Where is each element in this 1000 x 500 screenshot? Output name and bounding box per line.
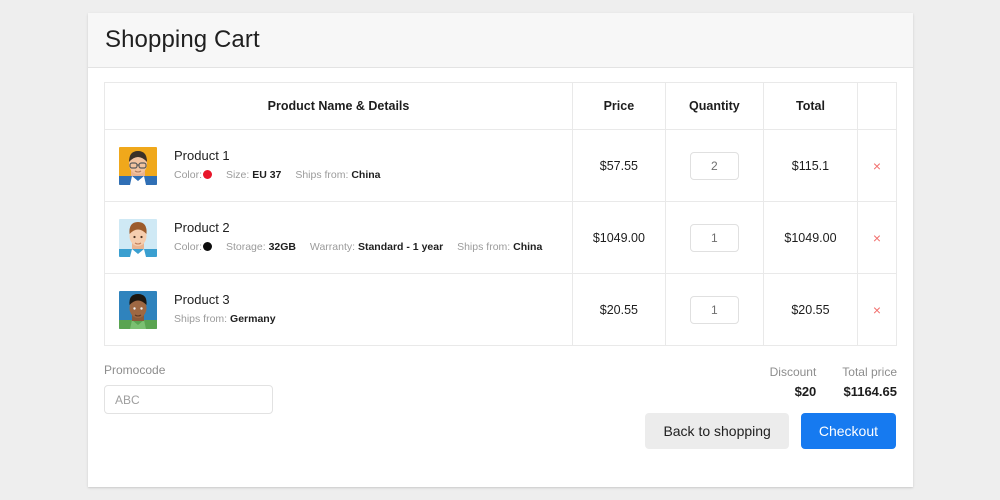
attribute-color: Color: xyxy=(174,241,212,253)
product-quantity-cell xyxy=(665,274,763,346)
quantity-input[interactable] xyxy=(690,224,739,252)
attribute-label: Storage: xyxy=(226,241,266,253)
column-header-quantity: Quantity xyxy=(665,83,763,130)
attribute-label: Ships from: xyxy=(174,313,227,325)
table-header: Product Name & Details Price Quantity To… xyxy=(105,83,897,130)
color-swatch-icon xyxy=(203,170,212,179)
attribute-color: Color: xyxy=(174,169,212,181)
column-header-remove xyxy=(857,83,896,130)
table-row: Product 3 Ships from: Germany $20.55 xyxy=(105,274,897,346)
product-total: $1049.00 xyxy=(764,202,858,274)
product-thumbnail-image xyxy=(119,291,157,329)
product-total: $20.55 xyxy=(764,274,858,346)
discount-value: $20 xyxy=(770,382,817,402)
table-header-row: Product Name & Details Price Quantity To… xyxy=(105,83,897,130)
attribute-storage: Storage: 32GB xyxy=(226,241,296,253)
cart-actions: Back to shopping Checkout xyxy=(645,413,896,449)
table-body: Product 1 Color: Size: EU 37 Ships from:… xyxy=(105,130,897,346)
product-remove-cell: × xyxy=(857,130,896,202)
product-attributes: Color: Storage: 32GB Warranty: Standard … xyxy=(174,241,542,254)
product-remove-cell: × xyxy=(857,274,896,346)
cart-summary: Discount $20 Total price $1164.65 xyxy=(770,363,897,402)
cart-table-container: Product Name & Details Price Quantity To… xyxy=(88,68,913,346)
product-total: $115.1 xyxy=(764,130,858,202)
column-header-price: Price xyxy=(573,83,666,130)
product-details-cell: Product 2 Color: Storage: 32GB Warranty:… xyxy=(105,202,573,274)
product-price: $20.55 xyxy=(573,274,666,346)
column-header-details: Product Name & Details xyxy=(105,83,573,130)
attribute-ships-from: Ships from: China xyxy=(457,241,542,253)
attribute-label: Ships from: xyxy=(295,169,348,181)
remove-item-button[interactable]: × xyxy=(867,299,887,321)
page-title: Shopping Cart xyxy=(105,26,260,54)
remove-item-button[interactable]: × xyxy=(867,155,887,177)
product-attributes: Color: Size: EU 37 Ships from: China xyxy=(174,169,381,182)
promocode-input[interactable] xyxy=(104,385,273,414)
attribute-label: Size: xyxy=(226,169,249,181)
product-remove-cell: × xyxy=(857,202,896,274)
discount-block: Discount $20 xyxy=(770,363,817,402)
product-price: $1049.00 xyxy=(573,202,666,274)
attribute-value: Germany xyxy=(230,313,276,325)
attribute-ships-from: Ships from: China xyxy=(295,169,380,181)
product-attributes: Ships from: Germany xyxy=(174,313,276,326)
page-background: Shopping Cart Product Name & Details Pri… xyxy=(0,0,1000,500)
attribute-value: China xyxy=(513,241,542,253)
product-name: Product 3 xyxy=(174,293,276,307)
shopping-cart-card: Shopping Cart Product Name & Details Pri… xyxy=(88,13,913,487)
product-price: $57.55 xyxy=(573,130,666,202)
attribute-size: Size: EU 37 xyxy=(226,169,281,181)
total-price-block: Total price $1164.65 xyxy=(842,363,897,402)
product-details-cell: Product 3 Ships from: Germany xyxy=(105,274,573,346)
attribute-label: Ships from: xyxy=(457,241,510,253)
back-to-shopping-button[interactable]: Back to shopping xyxy=(645,413,788,449)
attribute-label: Warranty: xyxy=(310,241,355,253)
column-header-total: Total xyxy=(764,83,858,130)
attribute-value: Standard - 1 year xyxy=(358,241,443,253)
cart-table: Product Name & Details Price Quantity To… xyxy=(104,82,897,346)
attribute-ships-from: Ships from: Germany xyxy=(174,313,276,325)
product-details-cell: Product 1 Color: Size: EU 37 Ships from:… xyxy=(105,130,573,202)
quantity-input[interactable] xyxy=(690,152,739,180)
attribute-label: Color: xyxy=(174,169,202,181)
attribute-value: China xyxy=(351,169,380,181)
product-quantity-cell xyxy=(665,202,763,274)
table-row: Product 1 Color: Size: EU 37 Ships from:… xyxy=(105,130,897,202)
total-price-label: Total price xyxy=(842,363,897,382)
attribute-value: EU 37 xyxy=(252,169,281,181)
color-swatch-icon xyxy=(203,242,212,251)
product-name: Product 1 xyxy=(174,149,381,163)
attribute-value: 32GB xyxy=(269,241,296,253)
product-name: Product 2 xyxy=(174,221,542,235)
total-price-value: $1164.65 xyxy=(842,382,897,402)
product-thumbnail-image xyxy=(119,147,157,185)
table-row: Product 2 Color: Storage: 32GB Warranty:… xyxy=(105,202,897,274)
attribute-label: Color: xyxy=(174,241,202,253)
checkout-button[interactable]: Checkout xyxy=(801,413,896,449)
product-thumbnail-image xyxy=(119,219,157,257)
product-quantity-cell xyxy=(665,130,763,202)
quantity-input[interactable] xyxy=(690,296,739,324)
remove-item-button[interactable]: × xyxy=(867,227,887,249)
attribute-warranty: Warranty: Standard - 1 year xyxy=(310,241,443,253)
cart-footer: Promocode Discount $20 Total price $1164… xyxy=(88,346,913,466)
card-header: Shopping Cart xyxy=(88,13,913,68)
discount-label: Discount xyxy=(770,363,817,382)
